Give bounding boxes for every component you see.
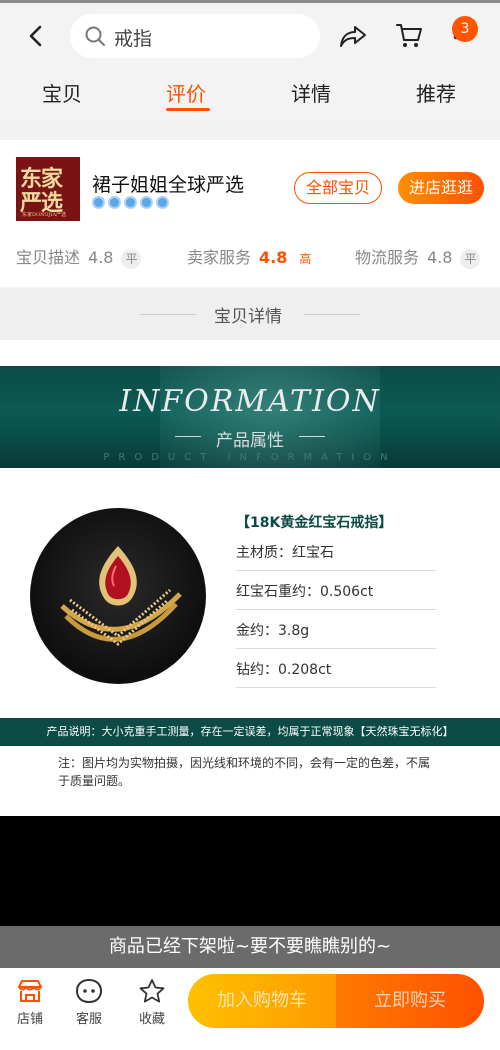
spec-row: 钻约：0.208ct [236,659,436,688]
enter-shop-button[interactable]: 进店逛逛 [398,172,484,204]
score-tag: 平 [460,249,481,269]
score-tag: 平 [121,249,142,269]
ring-image[interactable] [30,508,206,684]
store-button[interactable]: 店铺 [0,978,60,1027]
medal-icon [108,196,121,209]
score-value: 4.8 [88,248,114,267]
star-icon [122,978,182,1004]
disclaimer-text: 注：图片均为实物拍摄，因光线和环境的不同，会有一定的色差，不属于质量问题。 [58,756,431,788]
bottom-action-bar: 店铺 客服 收藏 加入购物车 立即购买 [0,968,500,1050]
score-logistics: 物流服务 4.8 平 [355,244,481,269]
score-service: 卖家服务 4.8 高 [187,244,315,269]
medal-icon [156,196,169,209]
shop-card: 东家 严选 东家DONGJIA严选 裙子姐姐全球严选 全部宝贝 进店逛逛 宝贝描… [0,140,500,287]
spec-row: 金约：3.8g [236,620,436,649]
tab-recommend[interactable]: 推荐 [416,78,456,107]
score-label: 物流服务 [355,248,420,267]
store-label: 店铺 [16,1012,43,1027]
product-info: 【18K黄金红宝石戒指】 主材质：红宝石 红宝石重约：0.506ct 金约：3.… [0,468,500,718]
score-tag: 高 [299,252,312,266]
score-value: 4.8 [259,248,288,267]
share-icon[interactable] [338,22,368,50]
tab-bar: 宝贝 评价 详情 推荐 [0,70,500,118]
details-title: 宝贝详情 [214,307,282,327]
tab-reviews[interactable]: 评价 [166,78,206,107]
tab-details[interactable]: 详情 [291,78,331,107]
medal-icon [124,196,137,209]
score-label: 宝贝描述 [16,248,81,267]
favorite-label: 收藏 [138,1012,165,1027]
banner-title: INFORMATION [119,384,381,419]
status-divider [0,0,500,3]
medal-icon [140,196,153,209]
divider [304,314,360,315]
shop-logo[interactable]: 东家 严选 东家DONGJIA严选 [16,157,80,221]
buy-now-button[interactable]: 立即购买 [336,974,484,1028]
spec-list: 【18K黄金红宝石戒指】 主材质：红宝石 红宝石重约：0.506ct 金约：3.… [236,512,436,688]
notification-badge: 3 [452,16,478,42]
medal-icon [92,196,105,209]
cart-icon[interactable] [394,20,424,50]
search-bar[interactable]: 戒指 [70,14,320,58]
back-arrow-icon[interactable] [22,22,50,50]
spec-row: 主材质：红宝石 [236,542,436,571]
store-icon [0,978,60,1004]
divider [140,314,196,315]
score-description: 宝贝描述 4.8 平 [16,244,142,269]
active-tab-indicator [166,108,210,111]
score-label: 卖家服务 [187,248,252,267]
all-items-button[interactable]: 全部宝贝 [294,172,382,204]
offline-notice: 商品已经下架啦~要不要瞧瞧别的~ [0,926,500,968]
note-box: 注：图片均为实物拍摄，因光线和环境的不同，会有一定的色差，不属于质量问题。 [0,746,500,816]
divider [299,436,325,437]
details-section-header: 宝贝详情 [0,288,500,340]
shop-name[interactable]: 裙子姐姐全球严选 [92,170,244,197]
chat-face-icon [59,978,119,1004]
banner-caption: PRODUCT INFORMATION [103,452,397,463]
spec-row: 红宝石重约：0.506ct [236,581,436,610]
tab-item[interactable]: 宝贝 [42,78,82,107]
customer-service-label: 客服 [75,1012,102,1027]
top-bar: 戒指 3 宝贝 评价 详情 推荐 [0,0,500,120]
product-note-band: 产品说明：大小克重手工测量，存在一定误差，均属于正常现象【天然珠宝无标化】 [0,718,500,746]
add-to-cart-button[interactable]: 加入购物车 [188,974,336,1028]
search-input[interactable]: 戒指 [114,24,152,51]
product-title: 【18K黄金红宝石戒指】 [236,515,393,531]
favorite-button[interactable]: 收藏 [122,978,182,1027]
spacer [0,340,500,366]
logo-text-small: 东家DONGJIA严选 [22,212,67,218]
score-value: 4.8 [427,248,453,267]
information-banner: INFORMATION 产品属性 PRODUCT INFORMATION [0,366,500,468]
customer-service-button[interactable]: 客服 [59,978,119,1027]
shop-rating-medals [92,194,172,210]
banner-subtitle: 产品属性 [216,431,284,451]
search-icon [84,25,106,47]
media-placeholder [0,816,500,926]
